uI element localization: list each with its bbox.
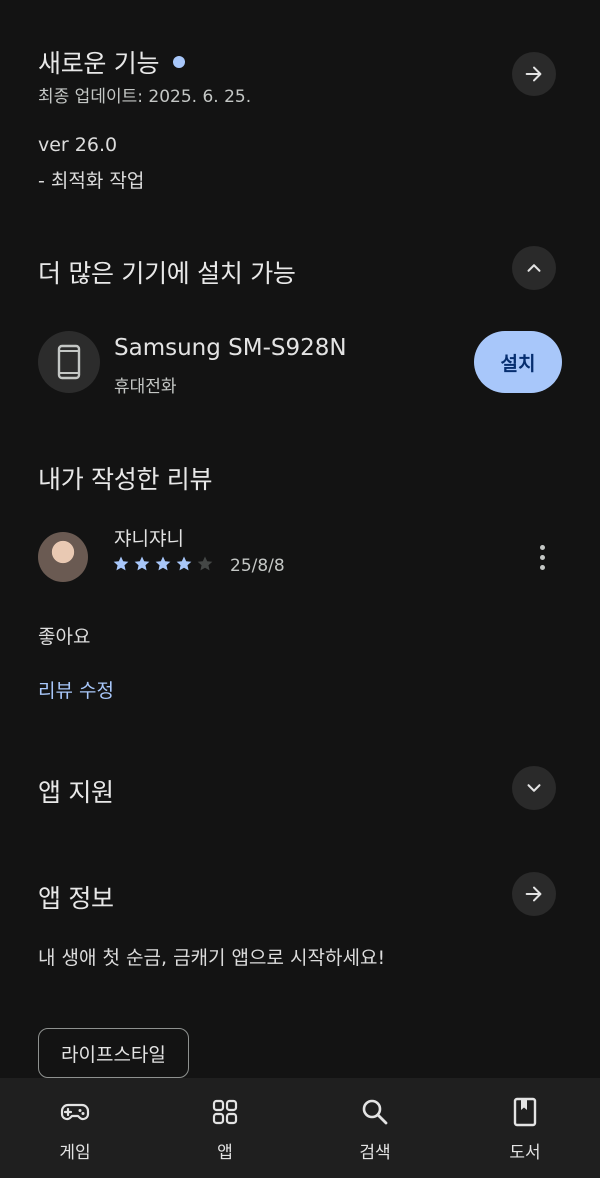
whats-new-header[interactable]: 새로운 기능: [38, 44, 186, 80]
release-notes-text: - 최적화 작업: [38, 170, 145, 192]
nav-label-games: 게임: [59, 1143, 91, 1163]
gamepad-icon: [60, 1103, 90, 1121]
app-info-arrow-button[interactable]: [512, 872, 556, 916]
device-type: 휴대전화: [114, 377, 177, 397]
reviewer-avatar: [38, 532, 88, 582]
collapse-devices-button[interactable]: [512, 246, 556, 290]
arrow-right-icon: [525, 66, 542, 82]
review-more-options-button[interactable]: [538, 545, 546, 570]
reviewer-name: 쟈니쟈니: [114, 528, 184, 550]
nav-item-books[interactable]: 도서: [450, 1078, 600, 1178]
app-info-title: 앱 정보: [38, 884, 114, 913]
whats-new-title: 새로운 기능: [38, 49, 160, 78]
my-review-title: 내가 작성한 리뷰: [38, 465, 213, 494]
star-filled-icon: [134, 556, 150, 571]
star-filled-icon: [176, 556, 192, 571]
review-rating-stars: [112, 555, 214, 573]
star-empty-icon: [197, 556, 213, 571]
chevron-down-icon: [527, 784, 541, 792]
arrow-right-icon: [525, 886, 542, 902]
nav-label-search: 검색: [359, 1143, 391, 1163]
apps-grid-icon: [212, 1099, 238, 1125]
device-name: Samsung SM-S928N: [114, 335, 347, 361]
category-chip[interactable]: 라이프스타일: [38, 1028, 189, 1078]
review-date: 25/8/8: [230, 556, 285, 576]
phone-icon: [57, 344, 81, 380]
app-description: 내 생애 첫 순금, 금캐기 앱으로 시작하세요!: [38, 947, 386, 969]
app-support-title: 앱 지원: [38, 778, 114, 807]
search-icon: [362, 1099, 388, 1125]
edit-review-link[interactable]: 리뷰 수정: [38, 676, 114, 703]
last-updated-text: 최종 업데이트: 2025. 6. 25.: [38, 87, 252, 107]
star-filled-icon: [113, 556, 129, 571]
more-vert-icon: [539, 545, 545, 550]
whats-new-arrow-button[interactable]: [512, 52, 556, 96]
nav-item-games[interactable]: 게임: [0, 1078, 150, 1178]
nav-label-apps: 앱: [217, 1143, 233, 1163]
bottom-navigation: 게임 앱 검색 도서: [0, 1078, 600, 1178]
nav-label-books: 도서: [509, 1143, 541, 1163]
nav-item-apps[interactable]: 앱: [150, 1078, 300, 1178]
nav-item-search[interactable]: 검색: [300, 1078, 450, 1178]
install-button[interactable]: 설치: [474, 331, 562, 393]
install-more-title: 더 많은 기기에 설치 가능: [38, 259, 296, 288]
new-indicator-dot: [173, 56, 186, 68]
book-icon: [513, 1097, 537, 1127]
chevron-up-icon: [527, 264, 541, 272]
version-text: ver 26.0: [38, 134, 118, 156]
review-text: 좋아요: [38, 626, 91, 648]
star-filled-icon: [155, 556, 171, 571]
expand-app-support-button[interactable]: [512, 766, 556, 810]
device-icon-container: [38, 331, 100, 393]
